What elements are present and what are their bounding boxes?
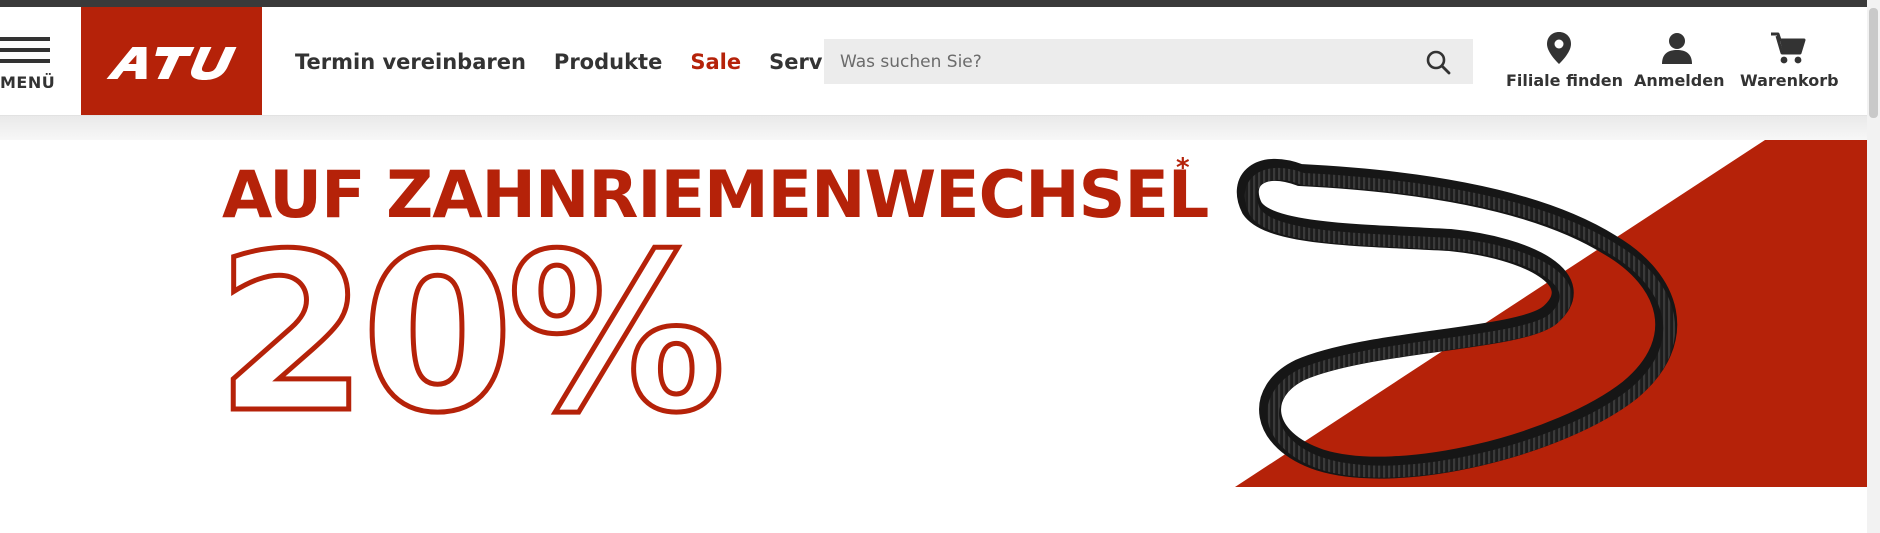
store-finder-button[interactable]: Filiale finden xyxy=(1506,31,1624,90)
location-pin-icon xyxy=(1547,32,1571,64)
search-icon[interactable] xyxy=(1425,49,1451,79)
nav-sale[interactable]: Sale xyxy=(690,50,741,74)
atu-logo-mark xyxy=(106,47,237,80)
timing-belt-image xyxy=(1235,140,1867,487)
cart-button[interactable]: Warenkorb xyxy=(1740,31,1839,90)
user-icon xyxy=(1662,33,1692,64)
menu-button[interactable]: MENÜ xyxy=(0,37,56,99)
header-shadow-bar xyxy=(0,116,1867,140)
atu-logo[interactable] xyxy=(81,7,262,115)
scrollbar-thumb[interactable] xyxy=(1869,8,1878,118)
page-scrollbar[interactable] xyxy=(1867,0,1880,533)
nav-termin-vereinbaren[interactable]: Termin vereinbaren xyxy=(295,50,526,74)
nav-produkte[interactable]: Produkte xyxy=(554,50,662,74)
login-button[interactable]: Anmelden xyxy=(1634,31,1725,90)
banner-asterisk: * xyxy=(1176,153,1190,183)
main-nav: Termin vereinbaren Produkte Sale Service… xyxy=(295,50,869,74)
cart-icon xyxy=(1771,32,1806,64)
store-finder-label: Filiale finden xyxy=(1506,71,1624,90)
search-box xyxy=(824,39,1473,84)
cart-label: Warenkorb xyxy=(1740,71,1839,90)
site-header: MENÜ Termin vereinbaren Produkte Sale Se… xyxy=(0,7,1867,116)
promo-banner[interactable]: AUF ZAHNRIEMENWECHSEL * 20% xyxy=(0,140,1867,487)
menu-label: MENÜ xyxy=(0,73,56,92)
discount-percentage: 20% xyxy=(214,208,729,461)
browser-top-strip xyxy=(0,0,1880,7)
search-input[interactable] xyxy=(824,39,1436,84)
login-label: Anmelden xyxy=(1634,71,1725,90)
